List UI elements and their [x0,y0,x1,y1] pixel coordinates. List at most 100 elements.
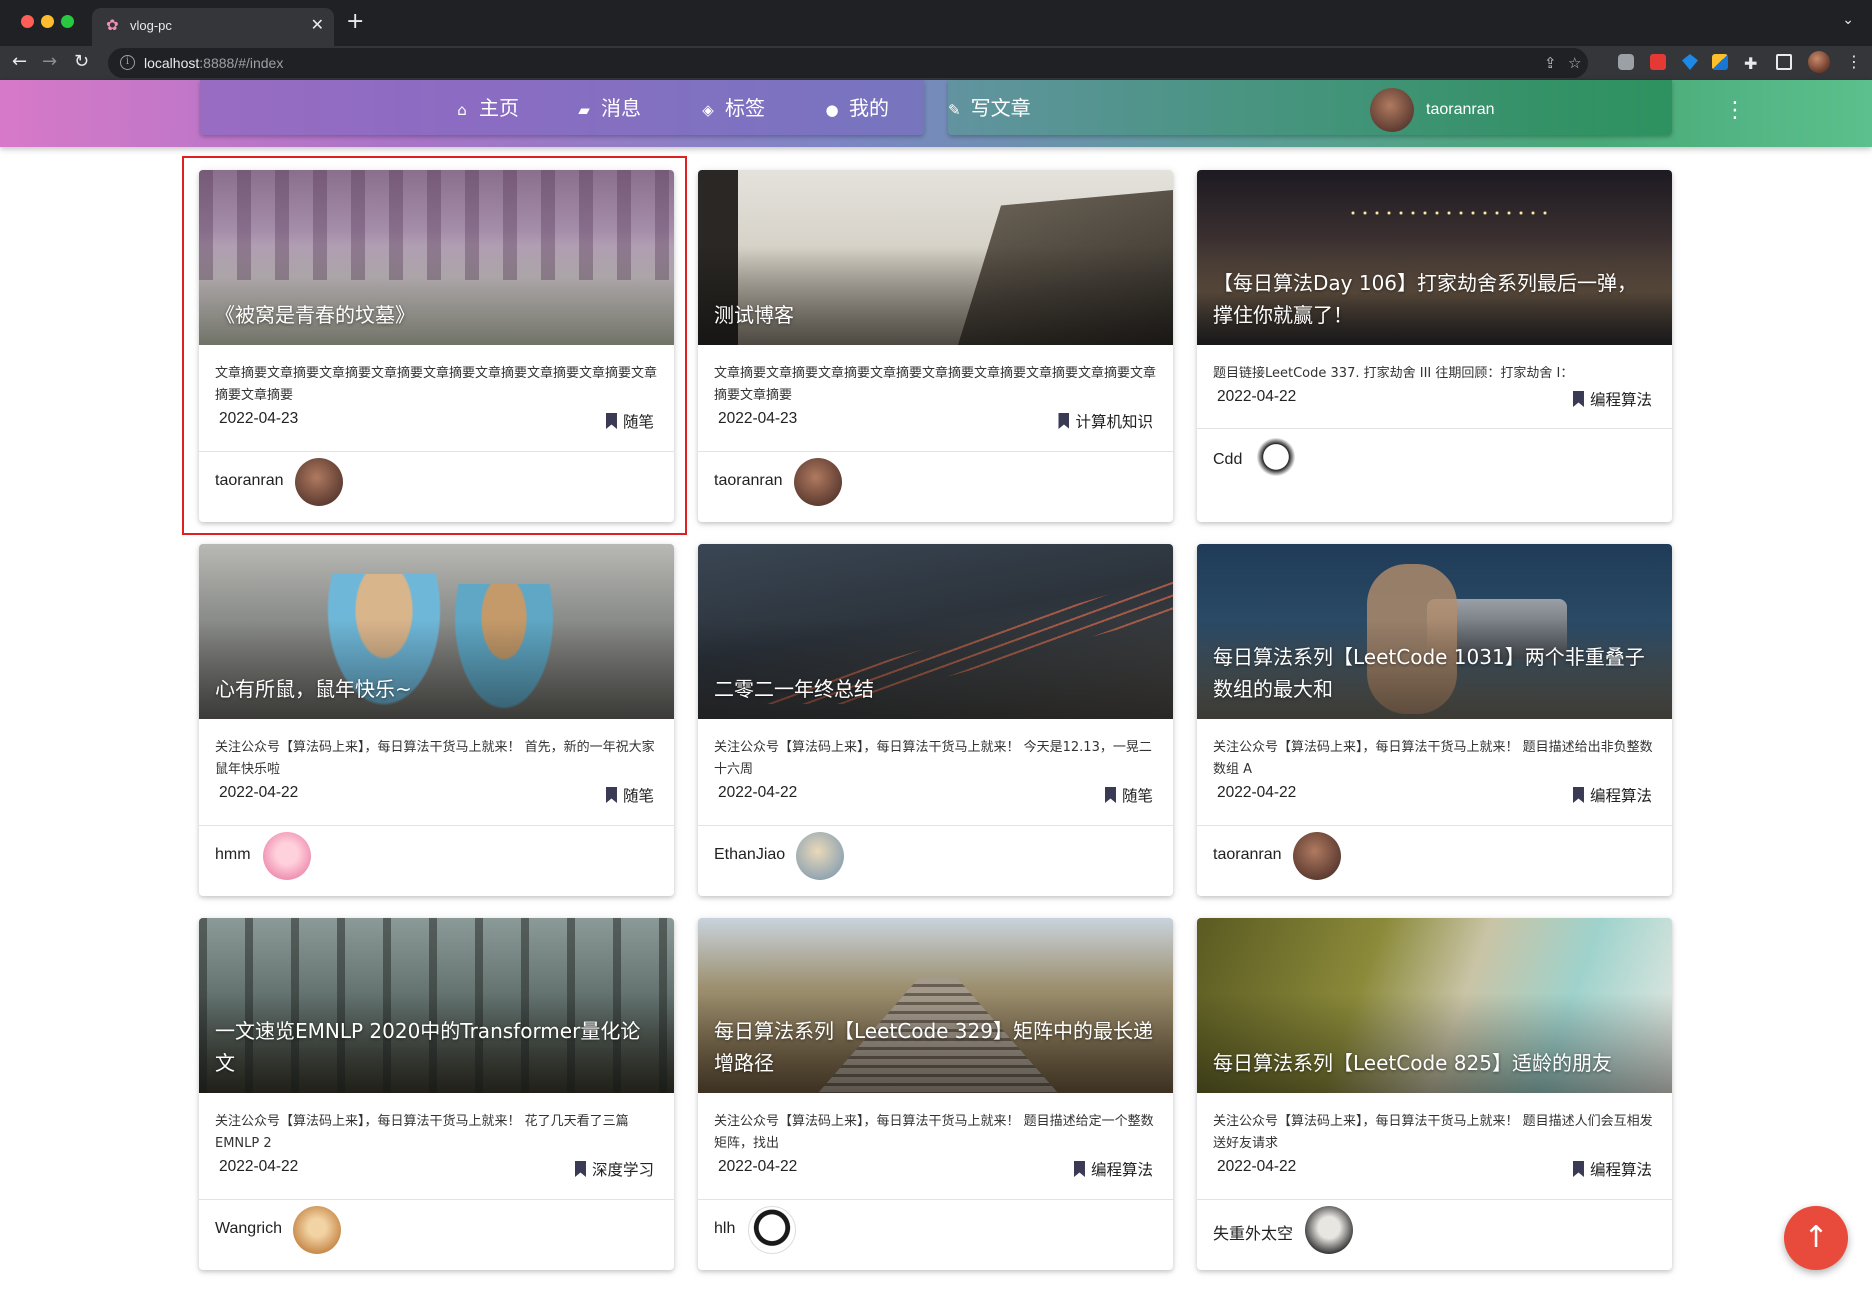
card-tag[interactable]: 编程算法 [1572,388,1652,410]
close-window-button[interactable] [21,15,34,28]
minimize-window-button[interactable] [41,15,54,28]
card-cover-image[interactable]: 心有所鼠，鼠年快乐~ [199,544,674,719]
card-author[interactable]: 失重外太空 [1213,1220,1293,1244]
user-bar: ✎ 写文章 taoranran [948,80,1672,135]
bookmark-icon [1104,787,1116,803]
card-author[interactable]: hmm [215,846,251,864]
card-author[interactable]: taoranran [1213,846,1282,864]
card-cover-image[interactable]: 测试博客 [698,170,1173,345]
author-avatar[interactable] [263,832,311,880]
write-article-button[interactable]: ✎ 写文章 [948,97,1031,121]
card-cover-image[interactable]: 每日算法系列【LeetCode 329】矩阵中的最长递增路径 [698,918,1173,1093]
browser-toolbar: ← → ↻ i localhost:8888/#/index ⇪ ☆ ✚ ⋮ [0,46,1872,80]
card-title[interactable]: 每日算法系列【LeetCode 825】适龄的朋友 [1213,1047,1656,1079]
card-title[interactable]: 【每日算法Day 106】打家劫舍系列最后一弹，撑住你就赢了！ [1213,267,1656,331]
reload-icon[interactable]: ↻ [74,50,89,74]
header-username[interactable]: taoranran [1426,101,1495,119]
share-icon[interactable]: ⇪ [1544,54,1557,72]
nav-home[interactable]: ⌂ 主页 [454,97,519,121]
card-author[interactable]: hlh [714,1220,735,1238]
card-summary: 关注公众号【算法码上来】，每日算法干货马上就来！ 首先，新的一年祝大家鼠年快乐啦 [215,740,655,777]
card-meta: 2022-04-23 计算机知识 [718,410,1153,432]
nav-home-label: 主页 [479,96,519,120]
card-tag[interactable]: 编程算法 [1572,784,1652,806]
card-cover-image[interactable]: 每日算法系列【LeetCode 1031】两个非重叠子数组的最大和 [1197,544,1672,719]
author-avatar[interactable] [748,1206,796,1254]
card-date: 2022-04-22 [1217,784,1297,801]
nav-tags[interactable]: ◈ 标签 [700,97,765,121]
card-author[interactable]: taoranran [714,472,783,490]
author-avatar[interactable] [796,832,844,880]
card-cover-image[interactable]: 一文速览EMNLP 2020中的Transformer量化论文 [199,918,674,1093]
card-title[interactable]: 一文速览EMNLP 2020中的Transformer量化论文 [215,1015,658,1079]
profile-avatar[interactable] [1808,51,1830,73]
card-divider [199,1199,674,1200]
tab-close-icon[interactable]: ✕ [311,15,324,35]
extensions-puzzle-icon[interactable]: ✚ [1744,52,1757,76]
card-author[interactable]: Wangrich [215,1220,282,1238]
maximize-window-button[interactable] [61,15,74,28]
card-author[interactable]: EthanJiao [714,846,785,864]
card-date: 2022-04-22 [219,784,299,801]
card-title[interactable]: 心有所鼠，鼠年快乐~ [215,673,658,705]
card-tag[interactable]: 编程算法 [1073,1158,1153,1180]
browser-tab-strip: ✿ vlog-pc ✕ + ⌄ [0,0,1872,46]
author-avatar[interactable] [794,458,842,506]
nav-mine[interactable]: ● 我的 [824,97,889,121]
card-cover-image[interactable]: 每日算法系列【LeetCode 825】适龄的朋友 [1197,918,1672,1093]
browser-tab[interactable]: ✿ vlog-pc ✕ [92,8,334,46]
card-title[interactable]: 每日算法系列【LeetCode 329】矩阵中的最长递增路径 [714,1015,1157,1079]
author-avatar[interactable] [1293,832,1341,880]
article-card[interactable]: 每日算法系列【LeetCode 329】矩阵中的最长递增路径 关注公众号【算法码… [698,918,1173,1270]
download-extension-icon[interactable] [1712,54,1728,70]
header-user-avatar[interactable] [1370,88,1414,132]
nav-messages[interactable]: ▰ 消息 [576,97,641,121]
card-title[interactable]: 测试博客 [714,299,1157,331]
card-author[interactable]: Cdd [1213,451,1242,469]
card-meta: 2022-04-22 深度学习 [219,1158,654,1180]
card-cover-image[interactable]: 二零二一年终总结 [698,544,1173,719]
article-card[interactable]: 一文速览EMNLP 2020中的Transformer量化论文 关注公众号【算法… [199,918,674,1270]
camera-extension-icon[interactable] [1618,54,1634,70]
card-title[interactable]: 每日算法系列【LeetCode 1031】两个非重叠子数组的最大和 [1213,641,1656,705]
tab-search-chevron-icon[interactable]: ⌄ [1842,12,1854,28]
url-path: :8888/#/index [199,55,284,71]
site-info-icon[interactable]: i [120,55,135,70]
back-to-top-button[interactable]: ↑ [1784,1206,1848,1270]
browser-menu-icon[interactable]: ⋮ [1846,50,1862,74]
url-text[interactable]: localhost:8888/#/index [144,55,283,71]
card-tag[interactable]: 深度学习 [574,1158,654,1180]
card-summary: 关注公众号【算法码上来】，每日算法干货马上就来！ 题目描述给出非负整数数组 A [1213,740,1653,777]
article-card[interactable]: 每日算法系列【LeetCode 1031】两个非重叠子数组的最大和 关注公众号【… [1197,544,1672,896]
card-tag[interactable]: 随笔 [605,784,654,806]
article-card[interactable]: 每日算法系列【LeetCode 825】适龄的朋友 关注公众号【算法码上来】，每… [1197,918,1672,1270]
forward-arrow-icon[interactable]: → [42,50,57,74]
article-card[interactable]: 【每日算法Day 106】打家劫舍系列最后一弹，撑住你就赢了！ 题目链接Leet… [1197,170,1672,522]
article-card[interactable]: 测试博客 文章摘要文章摘要文章摘要文章摘要文章摘要文章摘要文章摘要文章摘要文章摘… [698,170,1173,522]
article-card[interactable]: 二零二一年终总结 关注公众号【算法码上来】，每日算法干货马上就来！ 今天是12.… [698,544,1173,896]
card-summary: 关注公众号【算法码上来】，每日算法干货马上就来！ 题目描述人们会互相发送好友请求 [1213,1114,1653,1151]
card-title[interactable]: 二零二一年终总结 [714,673,1157,705]
address-bar[interactable]: i localhost:8888/#/index ⇪ ☆ [108,48,1588,78]
bookmark-star-icon[interactable]: ☆ [1568,54,1581,72]
card-tag[interactable]: 计算机知识 [1058,410,1153,432]
diamond-extension-icon[interactable] [1682,54,1698,70]
back-arrow-icon[interactable]: ← [12,50,27,74]
new-tab-icon[interactable]: + [346,11,364,33]
more-vert-icon[interactable]: ⋮ [1724,100,1746,122]
card-tag[interactable]: 随笔 [1104,784,1153,806]
author-avatar[interactable] [293,1206,341,1254]
author-avatar[interactable] [1255,438,1297,480]
card-meta: 2022-04-22 编程算法 [1217,784,1652,806]
tag-icon: ◈ [702,101,714,119]
card-tag[interactable]: 编程算法 [1572,1158,1652,1180]
card-summary: 文章摘要文章摘要文章摘要文章摘要文章摘要文章摘要文章摘要文章摘要文章摘要文章摘要 [714,366,1157,403]
nav-tags-label: 标签 [725,96,765,120]
card-divider [1197,428,1672,429]
red-extension-icon[interactable] [1650,54,1666,70]
nav-mine-label: 我的 [849,96,889,120]
author-avatar[interactable] [1305,1206,1353,1254]
side-panel-icon[interactable] [1776,54,1792,70]
article-card[interactable]: 心有所鼠，鼠年快乐~ 关注公众号【算法码上来】，每日算法干货马上就来！ 首先，新… [199,544,674,896]
card-cover-image[interactable]: 【每日算法Day 106】打家劫舍系列最后一弹，撑住你就赢了！ [1197,170,1672,345]
